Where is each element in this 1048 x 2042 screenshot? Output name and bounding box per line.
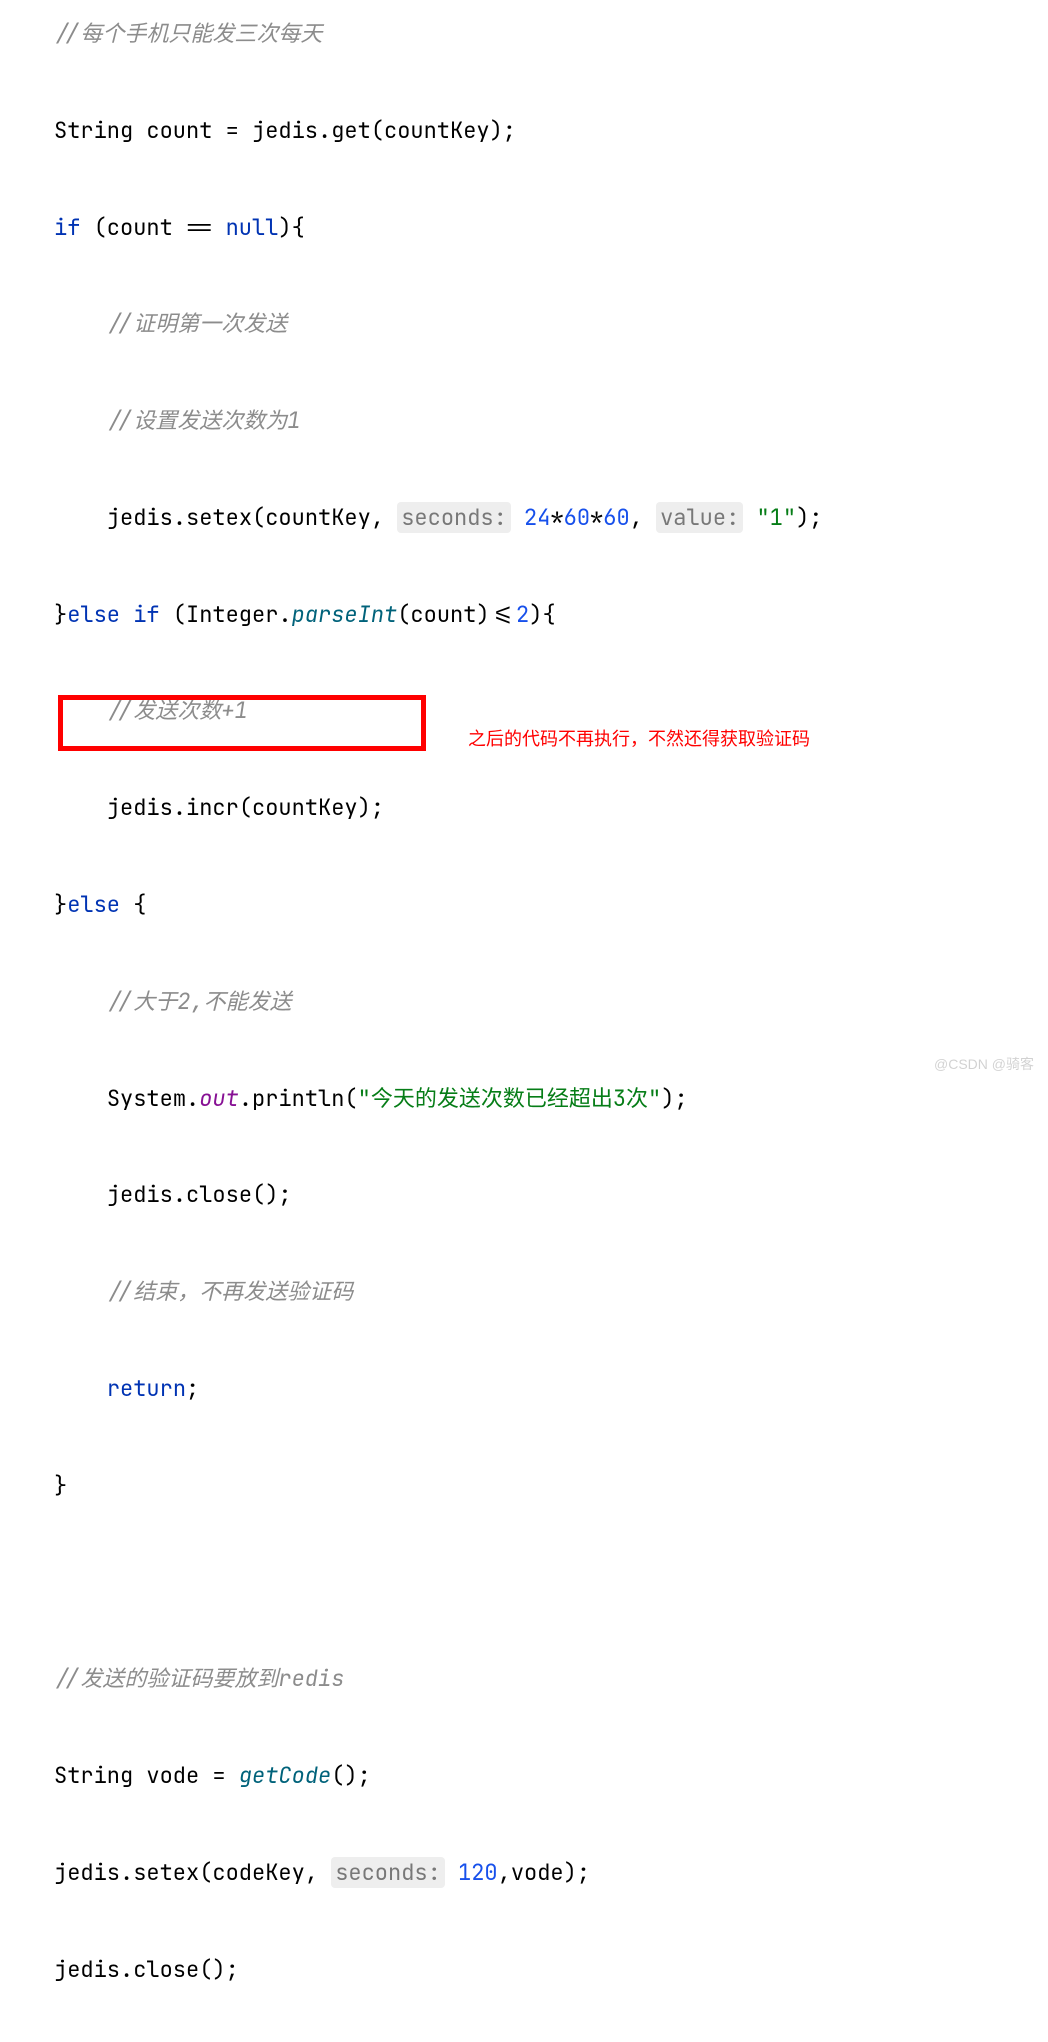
comment-limit: //每个手机只能发三次每天: [54, 19, 322, 48]
static-parseint: parseInt: [292, 600, 398, 629]
string-literal-1: "1": [743, 503, 796, 532]
stmt-close-1: jedis.close();: [107, 1180, 292, 1209]
kw-return: return: [107, 1374, 186, 1403]
comment-gt2: //大于2,不能发送: [107, 987, 292, 1016]
brace-close: }: [54, 1471, 67, 1500]
stmt-get-count: String count = jedis.get(countKey);: [54, 116, 516, 145]
code-block: //每个手机只能发三次每天 String count = jedis.get(c…: [0, 0, 1048, 2042]
stmt-incr: jedis.incr(countKey);: [107, 793, 384, 822]
kw-if: if: [54, 213, 80, 242]
annotation-text: 之后的代码不再执行，不然还得获取验证码: [468, 720, 810, 760]
highlight-box-return: [58, 695, 426, 751]
stmt-close-2: jedis.close();: [54, 1955, 239, 1984]
kw-null: null: [226, 213, 279, 242]
stmt-setex-count: jedis.setex(countKey,: [107, 503, 397, 532]
stmt-setex-code: jedis.setex(codeKey,: [54, 1858, 331, 1887]
hint-seconds-2: seconds:: [331, 1857, 445, 1888]
comment-redis: //发送的验证码要放到redis: [54, 1664, 344, 1693]
watermark: @CSDN @骑客: [934, 1049, 1034, 1080]
hint-value: value:: [656, 502, 743, 533]
hint-seconds: seconds:: [397, 502, 511, 533]
comment-first-send: //证明第一次发送: [107, 309, 287, 338]
static-getcode: getCode: [239, 1761, 331, 1790]
kw-else: else: [67, 890, 120, 919]
comment-set-1: //设置发送次数为1: [107, 406, 301, 435]
comment-end: //结束，不再发送验证码: [107, 1277, 353, 1306]
kw-else-if: else if: [67, 600, 159, 629]
